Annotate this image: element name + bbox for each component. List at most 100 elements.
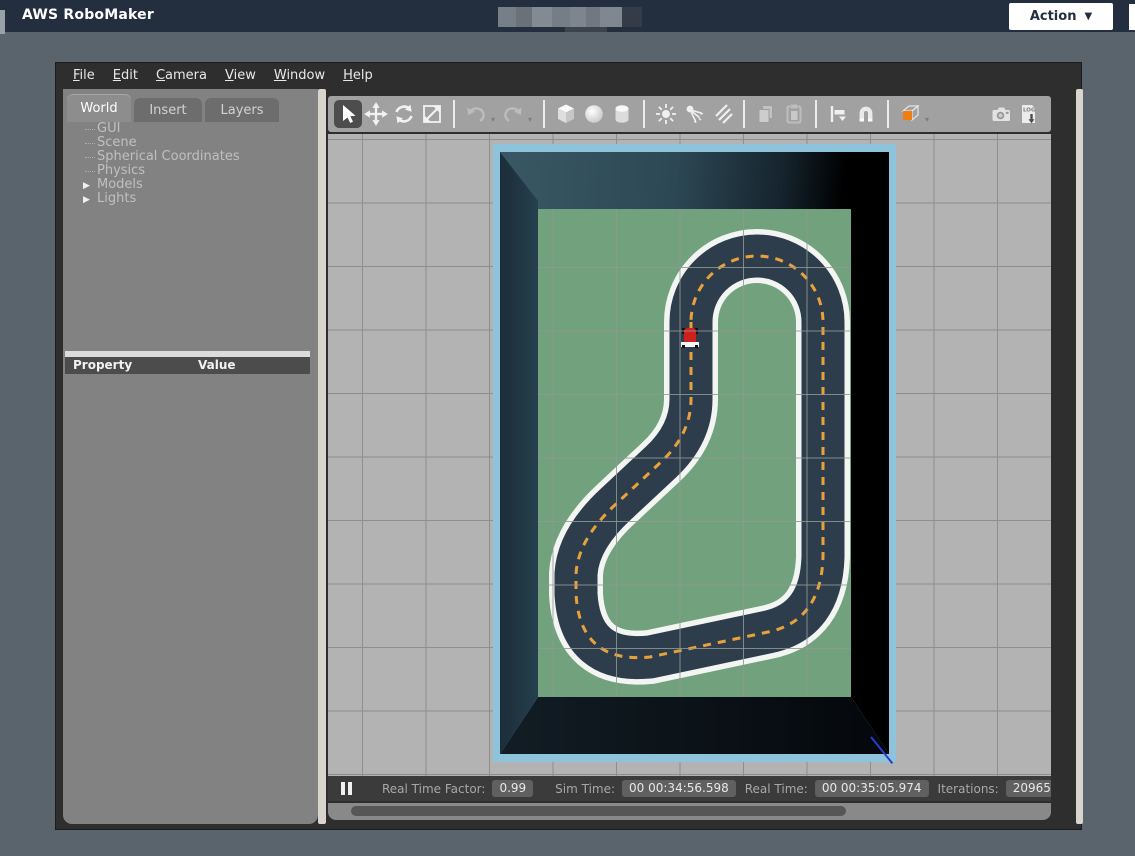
select-tool-button[interactable]	[334, 100, 362, 128]
pause-button[interactable]	[341, 782, 352, 795]
button-fragment[interactable]	[1129, 4, 1135, 30]
real-time-value: 00 00:35:05.974	[815, 780, 929, 797]
redacted-text-blur-fragment	[565, 27, 607, 32]
directional-light-icon	[710, 102, 734, 126]
room-wall-north	[500, 152, 889, 209]
insert-sphere-button[interactable]	[580, 100, 608, 128]
log-icon: LOG	[1017, 102, 1041, 126]
sim-time-label: Sim Time:	[555, 782, 615, 796]
box-icon	[554, 102, 578, 126]
sphere-icon	[582, 102, 606, 126]
property-table-header: Property Value	[65, 357, 310, 374]
directional-light-button[interactable]	[708, 100, 736, 128]
tree-item-physics[interactable]: Physics	[65, 164, 316, 178]
insert-box-button[interactable]	[552, 100, 580, 128]
iterations-value: 20965	[1006, 780, 1051, 797]
action-button[interactable]: Action ▼	[1009, 3, 1113, 30]
tree-item-gui[interactable]: GUI	[65, 122, 316, 136]
world-tree: GUI Scene Spherical Coordinates Physics …	[65, 122, 316, 206]
view-cube-icon	[897, 101, 923, 127]
svg-text:LOG: LOG	[1023, 108, 1036, 114]
tree-item-lights-label: Lights	[97, 191, 136, 206]
redo-icon	[501, 102, 525, 126]
copy-icon	[754, 102, 778, 126]
toolbar-separator	[643, 100, 645, 128]
gazebo-toolbar: ▾ ▾	[328, 96, 1051, 132]
redo-button[interactable]	[499, 100, 527, 128]
action-button-label: Action	[1030, 9, 1077, 24]
simulation-status-bar: Real Time Factor: 0.99 Sim Time: 00 00:3…	[328, 776, 1051, 801]
move-icon	[364, 102, 388, 126]
room-wall-east	[851, 152, 889, 754]
tree-item-lights[interactable]: ▶ Lights	[65, 192, 316, 206]
align-button[interactable]	[824, 100, 852, 128]
paste-button[interactable]	[780, 100, 808, 128]
column-property: Property	[73, 358, 132, 372]
redo-history-caret[interactable]: ▾	[528, 115, 532, 124]
point-light-button[interactable]	[652, 100, 680, 128]
scrollbar-thumb[interactable]	[351, 806, 846, 816]
spot-light-button[interactable]	[680, 100, 708, 128]
simulation-viewport[interactable]	[328, 134, 1051, 776]
magnet-icon	[854, 102, 878, 126]
tree-item-scene[interactable]: Scene	[65, 136, 316, 150]
menu-view[interactable]: View	[216, 66, 265, 85]
screenshot-button[interactable]	[987, 100, 1015, 128]
select-arrow-icon	[336, 102, 360, 126]
menu-help[interactable]: Help	[334, 66, 382, 85]
redacted-text-blur	[498, 7, 642, 27]
copy-button[interactable]	[752, 100, 780, 128]
right-edge-splitter[interactable]	[1076, 89, 1083, 824]
toolbar-separator	[743, 100, 745, 128]
scale-icon	[420, 102, 444, 126]
scale-tool-button[interactable]	[418, 100, 446, 128]
toolbar-separator	[543, 100, 545, 128]
column-value: Value	[198, 358, 236, 372]
align-icon	[826, 102, 850, 126]
chevron-down-icon: ▼	[1084, 11, 1092, 22]
app-title: AWS RoboMaker	[22, 7, 154, 23]
main-pane: ▾ ▾	[328, 89, 1051, 824]
tab-layers[interactable]: Layers	[205, 98, 279, 122]
view-angle-caret[interactable]: ▾	[925, 115, 929, 124]
tab-insert[interactable]: Insert	[134, 98, 202, 122]
aws-top-bar: AWS RoboMaker Action ▼	[0, 0, 1135, 32]
track-floor	[538, 209, 851, 697]
menu-camera[interactable]: Camera	[147, 66, 216, 85]
log-record-button[interactable]: LOG	[1015, 100, 1043, 128]
tree-item-spherical-coordinates[interactable]: Spherical Coordinates	[65, 150, 316, 164]
tab-world[interactable]: World	[67, 94, 131, 122]
track-room	[493, 144, 896, 762]
gazebo-window: File Edit Camera View Window Help World …	[55, 62, 1082, 830]
panel-splitter[interactable]	[318, 89, 326, 824]
iterations-label: Iterations:	[938, 782, 999, 796]
toolbar-separator	[815, 100, 817, 128]
horizontal-scrollbar[interactable]	[328, 803, 1051, 820]
menu-window[interactable]: Window	[265, 66, 334, 85]
menu-bar: File Edit Camera View Window Help	[56, 63, 1081, 87]
menu-edit[interactable]: Edit	[104, 66, 147, 85]
undo-history-caret[interactable]: ▾	[491, 115, 495, 124]
world-panel: World Insert Layers GUI Scene Spherical …	[63, 89, 318, 824]
snap-button[interactable]	[852, 100, 880, 128]
insert-cylinder-button[interactable]	[608, 100, 636, 128]
room-wall-west	[500, 152, 538, 754]
view-angle-button[interactable]	[896, 100, 924, 128]
tree-item-models[interactable]: ▶ Models	[65, 178, 316, 192]
cylinder-icon	[610, 102, 634, 126]
translate-tool-button[interactable]	[362, 100, 390, 128]
expand-arrow-icon[interactable]: ▶	[83, 193, 90, 207]
rotate-tool-button[interactable]	[390, 100, 418, 128]
undo-button[interactable]	[462, 100, 490, 128]
spot-light-icon	[682, 102, 706, 126]
menu-file[interactable]: File	[64, 66, 104, 85]
panel-tabs: World Insert Layers	[67, 93, 279, 122]
camera-icon	[989, 102, 1013, 126]
race-track	[538, 209, 851, 697]
expand-arrow-icon[interactable]: ▶	[83, 179, 90, 193]
sim-time-value: 00 00:34:56.598	[622, 780, 736, 797]
real-time-label: Real Time:	[745, 782, 808, 796]
point-light-icon	[654, 102, 678, 126]
window-edge-fragment	[0, 10, 5, 34]
toolbar-separator	[887, 100, 889, 128]
